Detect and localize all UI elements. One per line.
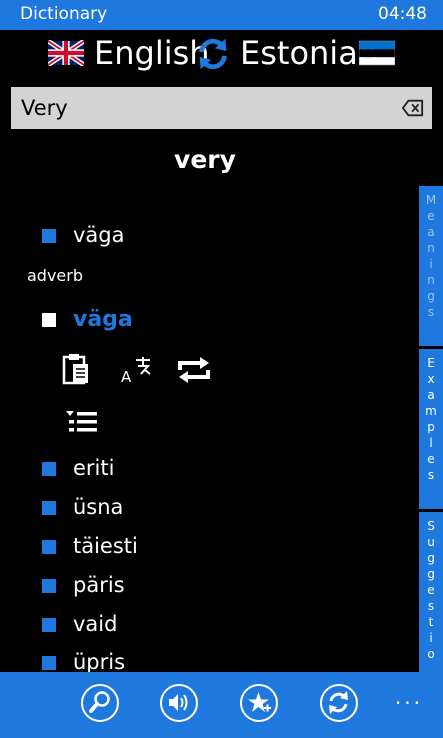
translation-text: eriti — [73, 456, 115, 480]
app-title: Dictionary — [20, 4, 108, 24]
target-language[interactable]: Estonian — [240, 34, 378, 72]
speak-button[interactable] — [160, 684, 198, 722]
tab-examples[interactable]: Examples — [419, 349, 443, 509]
translate-icon[interactable]: A — [121, 356, 153, 384]
uk-flag-icon[interactable] — [48, 40, 84, 66]
estonia-flag-icon[interactable] — [359, 40, 395, 66]
bullet — [42, 579, 56, 593]
tab-suggestions[interactable]: Suggestio — [419, 512, 443, 672]
source-language[interactable]: English — [94, 34, 210, 72]
repeat-icon[interactable] — [176, 356, 212, 384]
translation-text: päris — [73, 573, 125, 597]
headword: very — [174, 145, 236, 174]
search-icon — [89, 691, 110, 713]
more-menu-button[interactable]: ... — [395, 687, 423, 707]
favorite-button[interactable] — [240, 684, 278, 722]
language-selector: English Estonian — [0, 32, 443, 80]
translation-text: üpris — [73, 650, 126, 674]
translation-text: väga — [73, 223, 125, 247]
translation-text: vaid — [73, 612, 118, 636]
bullet — [42, 656, 56, 670]
selected-translation-text: väga — [73, 307, 133, 332]
bullet — [42, 618, 56, 632]
sync-icon — [329, 691, 348, 714]
tab-meanings[interactable]: Meanings — [419, 186, 443, 346]
speaker-icon — [169, 694, 188, 711]
list-menu-icon[interactable] — [66, 409, 98, 435]
clock: 04:48 — [378, 4, 427, 24]
translation-text: üsna — [73, 495, 124, 519]
search-input[interactable] — [11, 87, 391, 129]
bullet — [42, 462, 56, 476]
bullet — [42, 540, 56, 554]
favorite-star-icon — [248, 692, 271, 712]
part-of-speech: adverb — [27, 266, 84, 285]
bullet — [42, 229, 56, 243]
translation-text: täiesti — [73, 534, 138, 558]
search-button[interactable] — [81, 684, 119, 722]
status-bar: Dictionary 04:48 — [0, 0, 443, 30]
search-box — [11, 87, 432, 129]
backspace-clear-icon[interactable] — [402, 99, 424, 117]
sync-button[interactable] — [320, 684, 358, 722]
swap-refresh-icon[interactable] — [194, 35, 232, 73]
bullet — [42, 501, 56, 515]
bullet-selected — [42, 313, 56, 327]
app-bar: ... — [0, 672, 443, 738]
svg-text:A: A — [121, 368, 132, 384]
clipboard-copy-icon[interactable] — [62, 353, 90, 385]
